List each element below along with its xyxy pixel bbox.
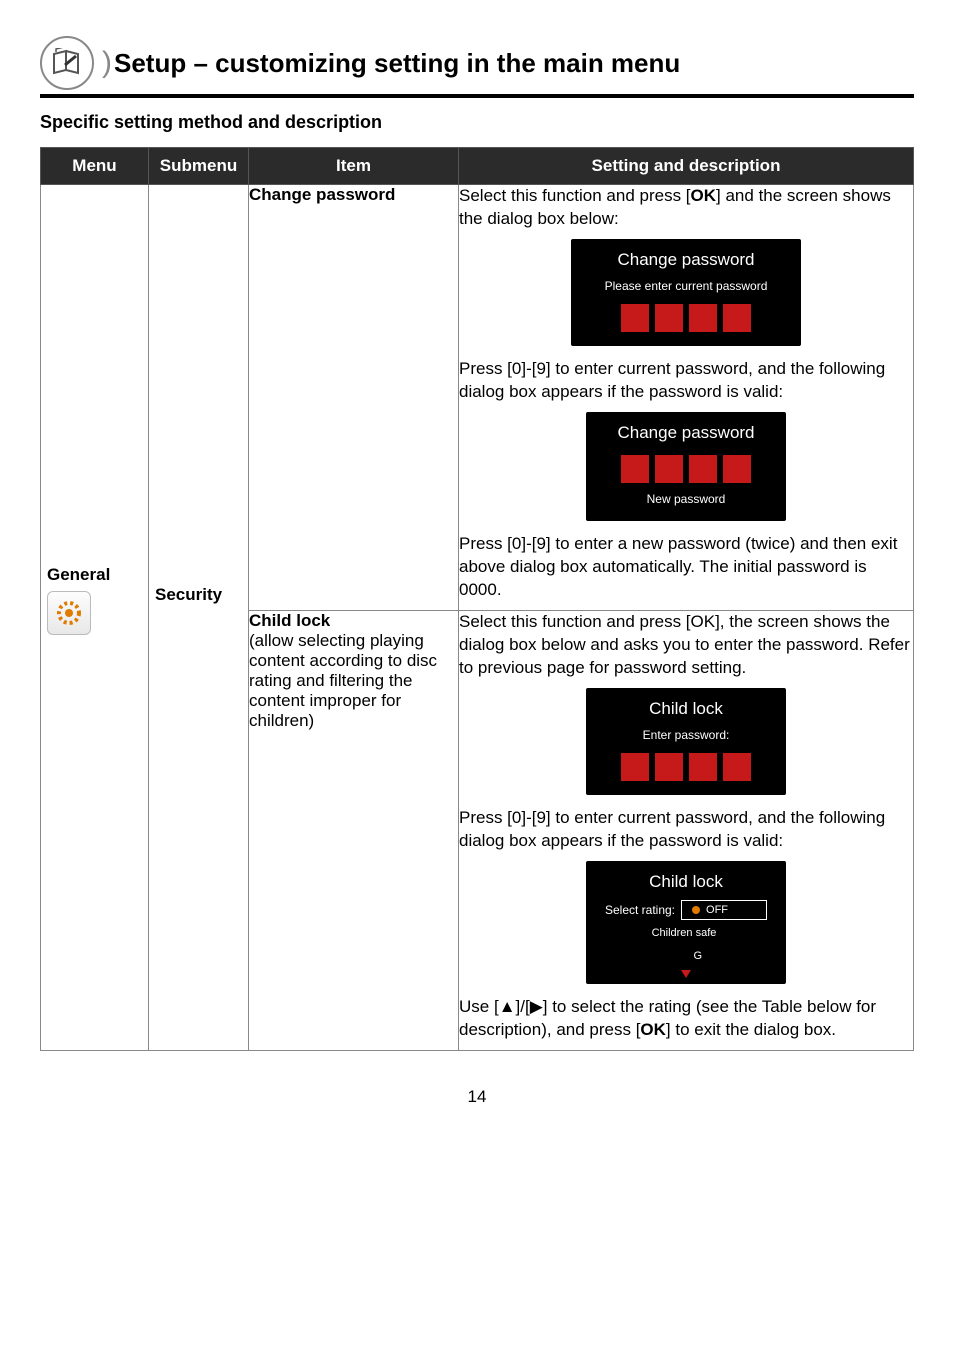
page-header: )Setup – customizing setting in the main… [40,36,914,90]
desc-cell-change-password: Select this function and press [OK] and … [459,185,914,611]
header-rule [40,94,914,98]
page-title: )Setup – customizing setting in the main… [102,46,680,80]
dialog-child-lock-2: Child lock Select rating: OFF Children s… [586,861,786,984]
bullet-icon [692,906,700,914]
menu-label: General [47,565,110,584]
rating-option-g: G [656,947,716,966]
submenu-label: Security [155,585,222,604]
cl-intro: Select this function and press [OK], the… [459,611,913,680]
item-body: (allow selecting playing content accordi… [249,631,458,731]
password-boxes [596,753,776,781]
dialog-subtitle: Please enter current password [581,278,791,294]
cp-step3: Press [0]-[9] to enter a new password (t… [459,533,913,602]
page-number: 14 [40,1087,914,1107]
cp-step2: Press [0]-[9] to enter current password,… [459,358,913,404]
dialog-change-password-2: Change password New password [586,412,786,521]
rating-label: Select rating: [605,902,675,918]
th-item: Item [249,148,459,185]
section-subheading: Specific setting method and description [40,112,914,133]
cl-step2: Press [0]-[9] to enter current password,… [459,807,913,853]
dialog-title: Child lock [596,871,776,894]
settings-table: Menu Submenu Item Setting and descriptio… [40,147,914,1051]
dialog-title: Change password [596,422,776,445]
dialog-subtitle: Enter password: [596,727,776,743]
dialog-change-password-1: Change password Please enter current pas… [571,239,801,346]
item-cell-change-password: Change password [249,185,459,611]
th-menu: Menu [41,148,149,185]
item-cell-child-lock: Child lock (allow selecting playing cont… [249,610,459,1050]
password-boxes [581,304,791,332]
menu-cell: General [41,185,149,1051]
item-title: Change password [249,185,395,204]
cp-intro: Select this function and press [OK] and … [459,185,913,231]
th-submenu: Submenu [149,148,249,185]
dialog-subtitle: New password [596,491,776,507]
rating-option-off: OFF [681,900,767,921]
gear-icon [47,591,91,635]
book-icon [40,36,94,90]
submenu-cell: Security [149,185,249,1051]
cl-step3: Use [▲]/[▶] to select the rating (see th… [459,996,913,1042]
th-desc: Setting and description [459,148,914,185]
chevron-down-icon [681,970,691,978]
desc-cell-child-lock: Select this function and press [OK], the… [459,610,914,1050]
dialog-title: Child lock [596,698,776,721]
password-boxes [596,455,776,483]
dialog-title: Change password [581,249,791,272]
item-title: Child lock [249,611,458,631]
rating-option-children-safe: Children safe [642,924,731,943]
dialog-child-lock-1: Child lock Enter password: [586,688,786,795]
